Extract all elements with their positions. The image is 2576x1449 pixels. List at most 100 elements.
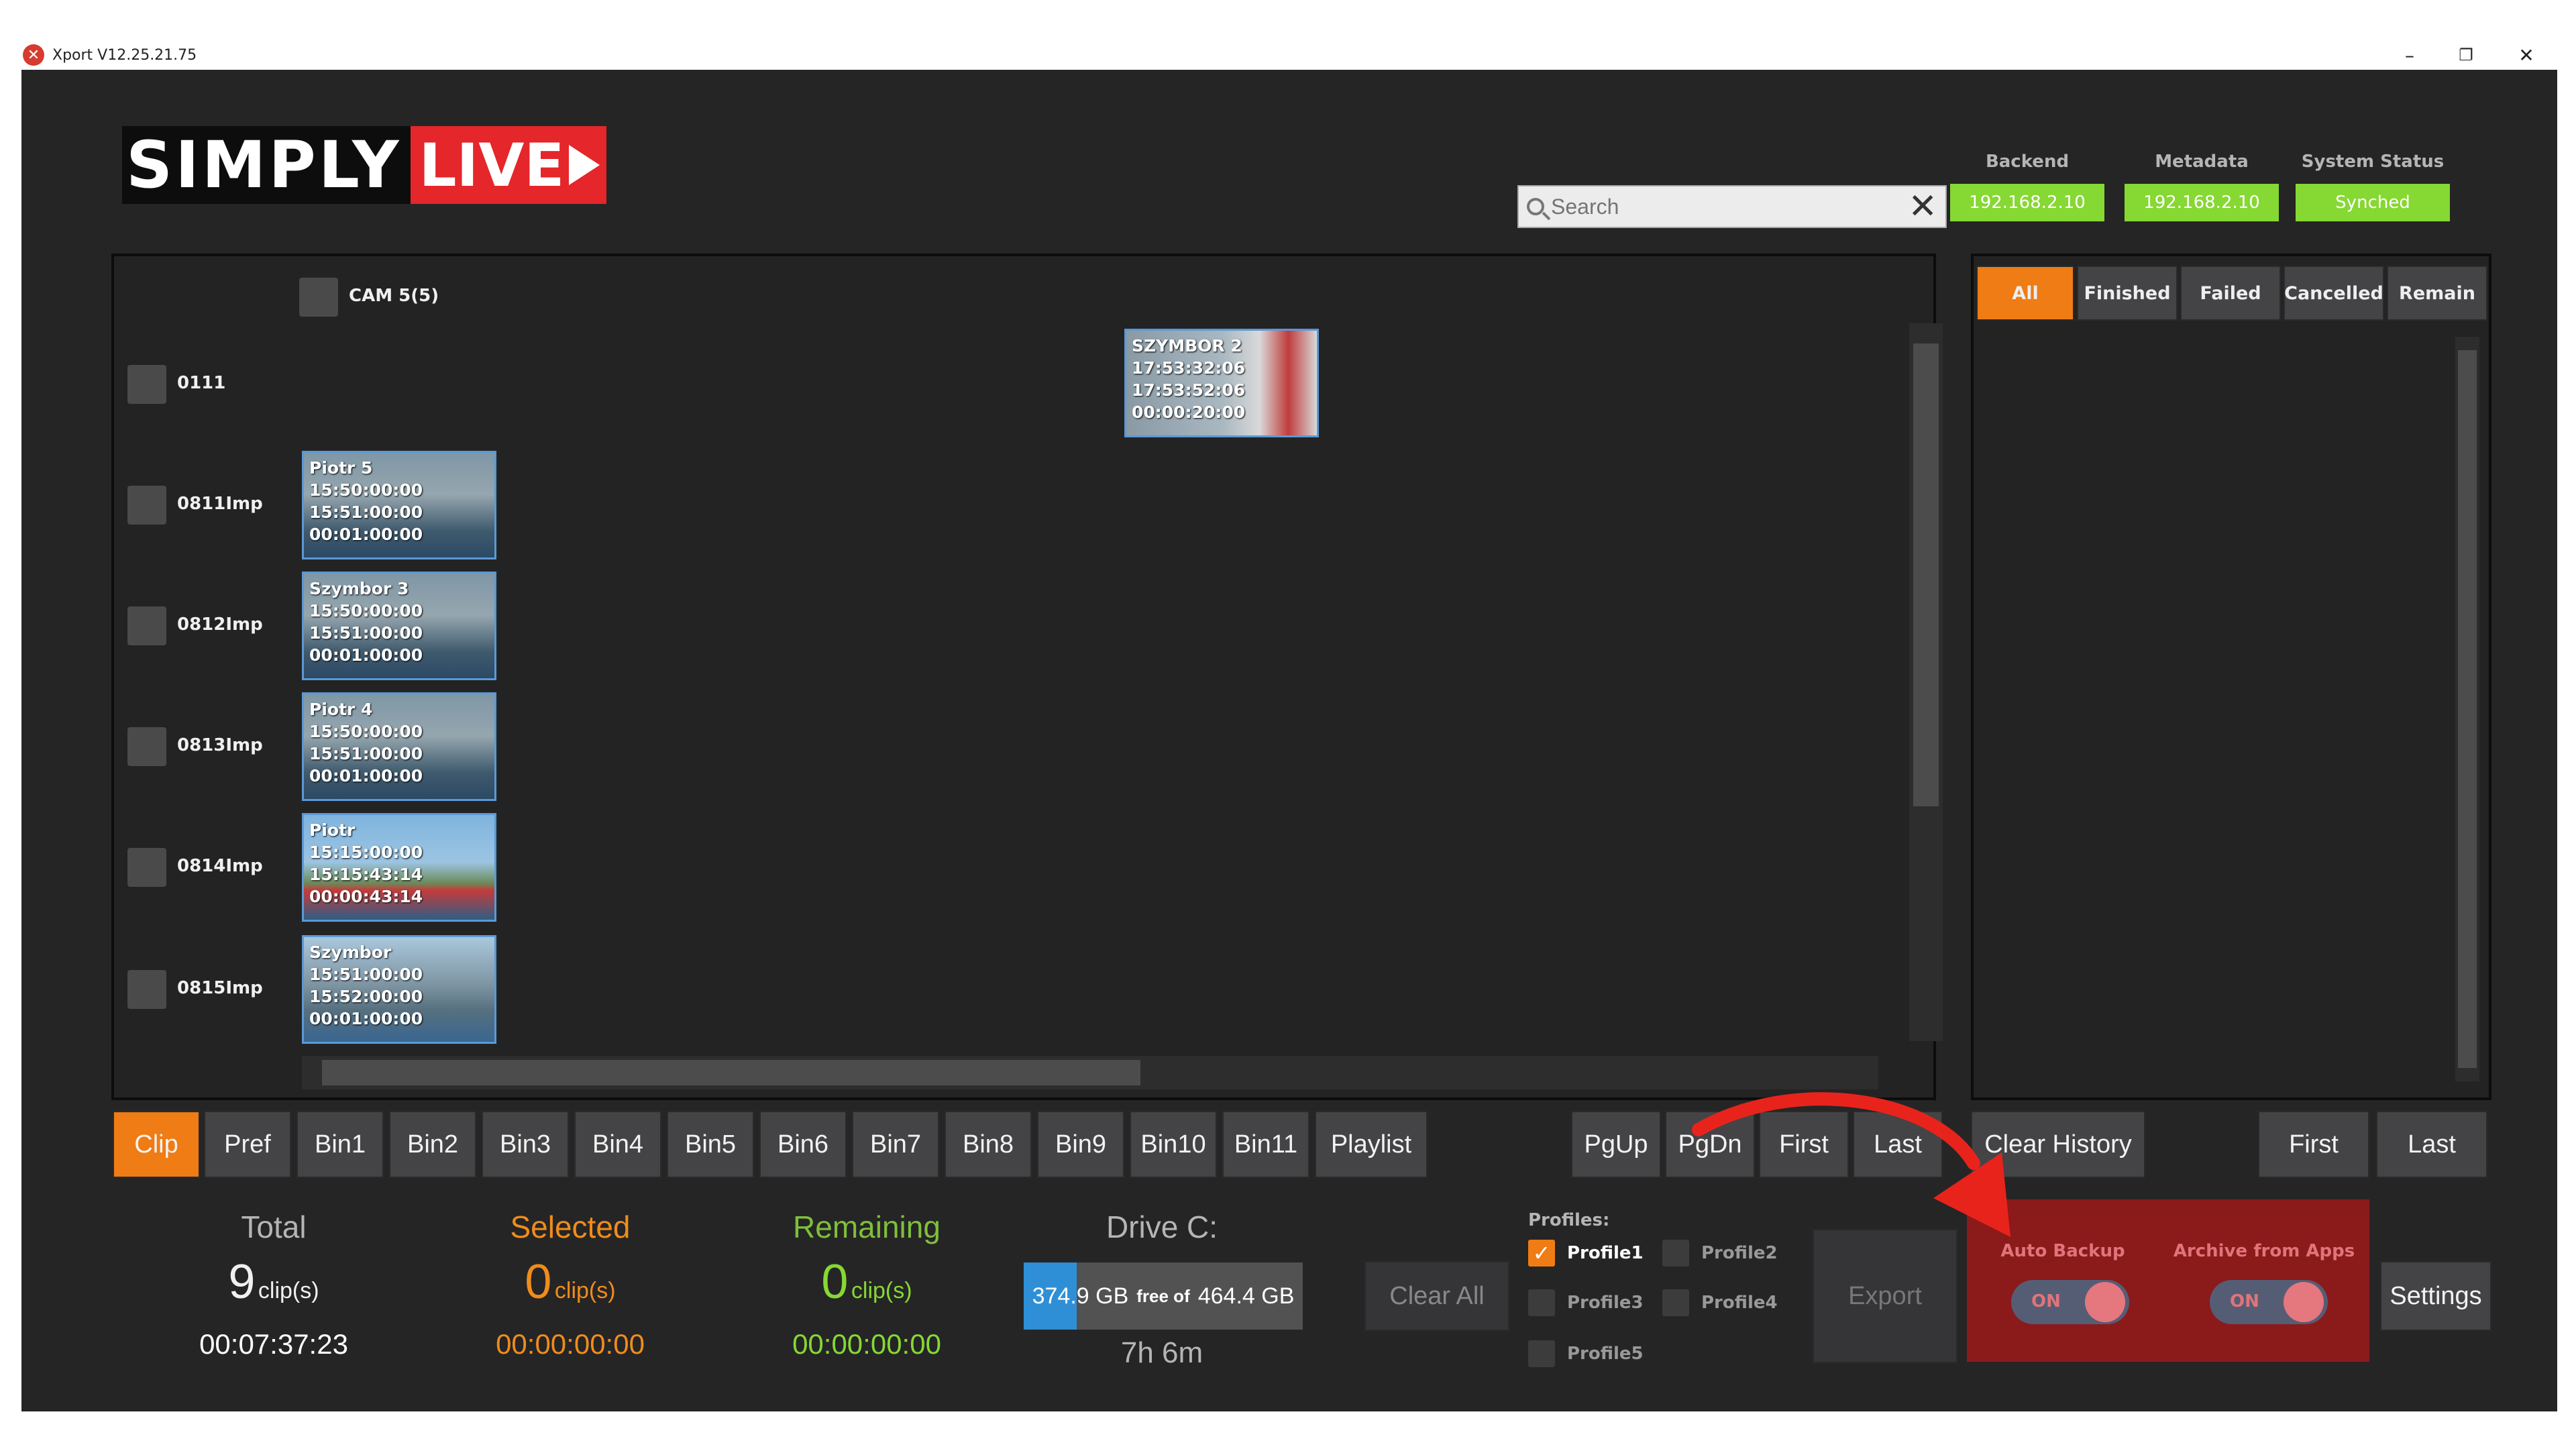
clear-all-button[interactable]: Clear All xyxy=(1364,1261,1509,1331)
history-first-button[interactable]: First xyxy=(2258,1111,2369,1178)
profile1-checkbox[interactable]: ✓ xyxy=(1528,1240,1555,1267)
clip-out: 15:51:00:00 xyxy=(309,744,423,763)
profile5-checkbox[interactable] xyxy=(1528,1340,1555,1367)
tab-bin5[interactable]: Bin5 xyxy=(667,1111,754,1178)
metadata-label: Metadata xyxy=(2155,152,2249,172)
row-label: 0812Imp xyxy=(177,614,263,635)
tab-pref[interactable]: Pref xyxy=(204,1111,291,1178)
clip-in: 17:53:32:06 xyxy=(1132,358,1246,378)
clip-thumbnail[interactable]: SZYMBOR 2 17:53:32:06 17:53:52:06 00:00:… xyxy=(1124,329,1319,437)
tab-clip[interactable]: Clip xyxy=(113,1111,200,1178)
search-input[interactable] xyxy=(1551,194,1909,219)
row-checkbox[interactable] xyxy=(127,970,166,1009)
clip-info: Piotr 5 15:50:00:00 15:51:00:00 00:01:00… xyxy=(309,457,423,545)
remaining-label: Remaining xyxy=(793,1210,941,1244)
selected-time: 00:00:00:00 xyxy=(496,1328,645,1360)
clip-out: 17:53:52:06 xyxy=(1132,380,1246,400)
profile5-label: Profile5 xyxy=(1567,1344,1644,1364)
tab-playlist[interactable]: Playlist xyxy=(1315,1111,1428,1178)
history-scroll-thumb[interactable] xyxy=(2458,350,2477,1068)
logo-live: LIVE xyxy=(411,126,606,204)
row-checkbox[interactable] xyxy=(127,486,166,525)
row-checkbox[interactable] xyxy=(127,606,166,645)
clip-out: 15:15:43:14 xyxy=(309,865,423,884)
filter-finished-button[interactable]: Finished xyxy=(2077,266,2178,321)
grid-horizontal-scrollbar[interactable] xyxy=(302,1056,1878,1089)
grid-vertical-scrollbar[interactable] xyxy=(1909,323,1943,1041)
clip-thumbnail[interactable]: Piotr 15:15:00:00 15:15:43:14 00:00:43:1… xyxy=(302,813,496,922)
clip-thumbnail[interactable]: Szymbor 15:51:00:00 15:52:00:00 00:01:00… xyxy=(302,935,496,1044)
camera-checkbox[interactable] xyxy=(299,278,338,317)
export-history-panel xyxy=(1971,254,2491,1100)
profile1-label: Profile1 xyxy=(1567,1243,1644,1263)
filter-failed-button[interactable]: Failed xyxy=(2180,266,2281,321)
clip-duration: 00:00:43:14 xyxy=(309,887,423,906)
profile1-option[interactable]: ✓ Profile1 xyxy=(1528,1240,1644,1267)
clip-thumbnail[interactable]: Szymbor 3 15:50:00:00 15:51:00:00 00:01:… xyxy=(302,572,496,680)
tab-bin10[interactable]: Bin10 xyxy=(1130,1111,1217,1178)
history-last-button[interactable]: Last xyxy=(2376,1111,2487,1178)
clip-duration: 00:01:00:00 xyxy=(309,645,423,665)
filter-remain-button[interactable]: Remain xyxy=(2387,266,2487,321)
clip-duration: 00:01:00:00 xyxy=(309,525,423,544)
tab-bin4[interactable]: Bin4 xyxy=(574,1111,661,1178)
clip-duration: 00:01:00:00 xyxy=(309,766,423,786)
tab-bin6[interactable]: Bin6 xyxy=(759,1111,847,1178)
profile5-option[interactable]: Profile5 xyxy=(1528,1340,1644,1367)
clip-thumbnail[interactable]: Piotr 4 15:50:00:00 15:51:00:00 00:01:00… xyxy=(302,692,496,801)
system-status: System Status Synched xyxy=(2296,152,2450,221)
filter-cancelled-button[interactable]: Cancelled xyxy=(2284,266,2384,321)
archive-from-apps-toggle[interactable]: ON xyxy=(2210,1280,2328,1324)
clip-thumbnail[interactable]: Piotr 5 15:50:00:00 15:51:00:00 00:01:00… xyxy=(302,451,496,559)
search-box[interactable]: ✕ xyxy=(1517,185,1947,228)
clear-search-icon[interactable]: ✕ xyxy=(1908,189,1937,224)
tab-bin7[interactable]: Bin7 xyxy=(852,1111,939,1178)
tab-bin8[interactable]: Bin8 xyxy=(945,1111,1032,1178)
restore-icon[interactable]: ❐ xyxy=(2446,40,2486,70)
clip-info: Piotr 15:15:00:00 15:15:43:14 00:00:43:1… xyxy=(309,819,423,908)
profile3-option[interactable]: Profile3 xyxy=(1528,1289,1644,1316)
filter-all-button[interactable]: All xyxy=(1976,266,2074,321)
profile3-checkbox[interactable] xyxy=(1528,1289,1555,1316)
row-label: 0814Imp xyxy=(177,856,263,876)
row-checkbox[interactable] xyxy=(127,727,166,766)
grid-vertical-scroll-thumb[interactable] xyxy=(1913,343,1939,806)
clip-in: 15:50:00:00 xyxy=(309,601,423,621)
grid-horizontal-scroll-thumb[interactable] xyxy=(322,1060,1140,1085)
settings-button[interactable]: Settings xyxy=(2380,1261,2491,1331)
profile3-label: Profile3 xyxy=(1567,1293,1644,1313)
total-label: Total xyxy=(241,1210,307,1244)
total-time: 00:07:37:23 xyxy=(199,1328,348,1360)
history-vertical-scrollbar[interactable] xyxy=(2455,337,2479,1081)
clip-in: 15:50:00:00 xyxy=(309,722,423,741)
metadata-value: 192.168.2.10 xyxy=(2125,184,2279,221)
clip-info: Piotr 4 15:50:00:00 15:51:00:00 00:01:00… xyxy=(309,698,423,787)
drive-usage-bar: 374.9 GB free of 464.4 GB xyxy=(1024,1263,1303,1330)
remaining-count-number: 0 xyxy=(821,1255,849,1309)
clip-in: 15:51:00:00 xyxy=(309,965,423,984)
row-checkbox[interactable] xyxy=(127,848,166,887)
archive-from-apps-state: ON xyxy=(2230,1291,2259,1311)
play-icon xyxy=(568,145,600,185)
tab-bin3[interactable]: Bin3 xyxy=(482,1111,569,1178)
clip-duration: 00:00:20:00 xyxy=(1132,402,1246,422)
total-count-number: 9 xyxy=(228,1255,256,1309)
clip-info: Szymbor 3 15:50:00:00 15:51:00:00 00:01:… xyxy=(309,578,423,666)
logo-simply: SIMPLY xyxy=(122,126,411,204)
row-label: 0815Imp xyxy=(177,978,263,998)
drive-of-text: free of xyxy=(1136,1285,1190,1306)
close-icon[interactable]: ✕ xyxy=(2506,40,2546,70)
row-checkbox[interactable] xyxy=(127,365,166,404)
tab-bin2[interactable]: Bin2 xyxy=(389,1111,476,1178)
system-status-value: Synched xyxy=(2296,184,2450,221)
tab-bin11[interactable]: Bin11 xyxy=(1222,1111,1309,1178)
tab-bin9[interactable]: Bin9 xyxy=(1037,1111,1124,1178)
clip-name: Szymbor xyxy=(309,943,392,962)
app-icon: ✕ xyxy=(23,44,44,66)
window-titlebar: ✕ Xport V12.25.21.75 – ❐ ✕ xyxy=(21,40,2557,70)
selected-label: Selected xyxy=(510,1210,631,1244)
page-up-button[interactable]: PgUp xyxy=(1571,1111,1661,1178)
minimize-icon[interactable]: – xyxy=(2390,40,2430,70)
tab-bin1[interactable]: Bin1 xyxy=(297,1111,384,1178)
drive-time-left: 7h 6m xyxy=(1120,1336,1203,1369)
